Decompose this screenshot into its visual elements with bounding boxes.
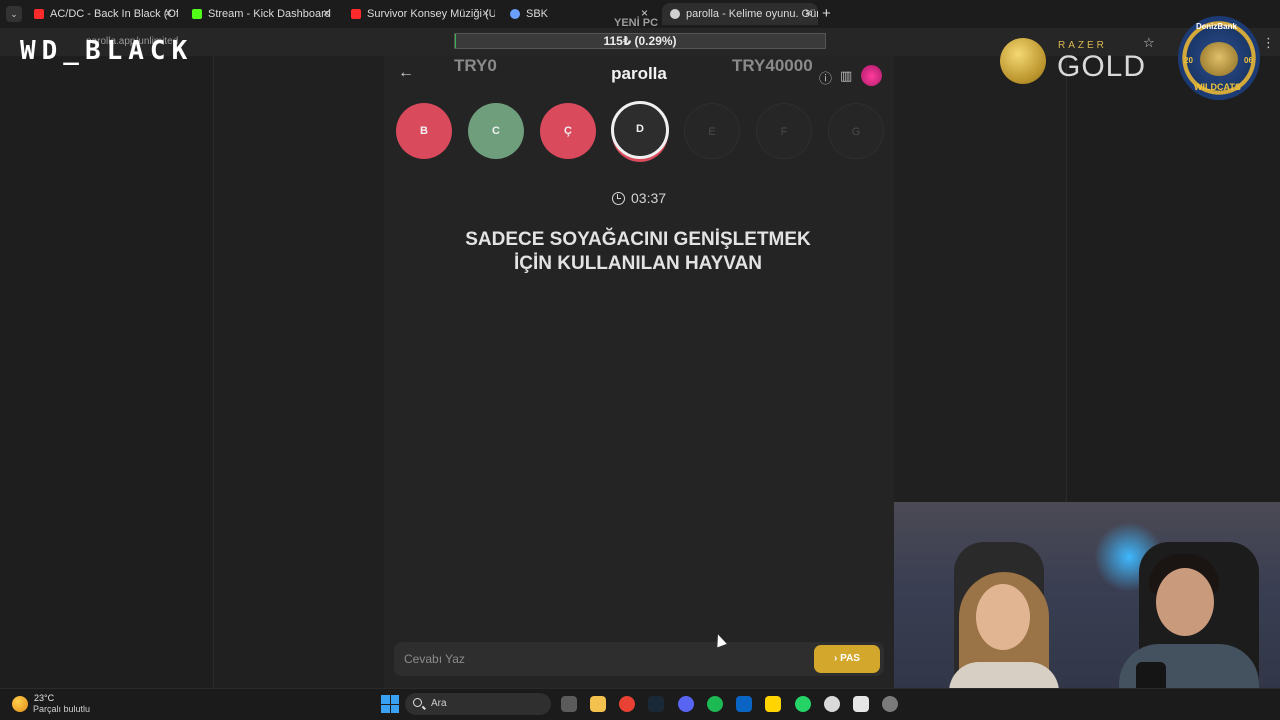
right-empty-panel <box>1066 56 1280 502</box>
question-line-2: İÇİN KULLANILAN HAYVAN <box>513 253 763 274</box>
timer: 03:37 <box>612 190 666 206</box>
gold-text: GOLD <box>1057 50 1147 83</box>
steam-icon[interactable] <box>648 696 664 712</box>
taskbar-search[interactable]: Ara <box>405 693 551 715</box>
tab-title: Stream - Kick Dashboard <box>208 8 331 20</box>
chatgpt-icon[interactable] <box>824 696 840 712</box>
tab-survivor[interactable]: Survivor Konsey Müziği (Uzun V... × <box>343 3 495 25</box>
weather-condition: Parçalı bulutlu <box>33 704 91 714</box>
new-tab-button[interactable]: + <box>822 5 831 22</box>
pass-label: PAS <box>840 653 860 664</box>
spotify-icon[interactable] <box>707 696 723 712</box>
bar-chart-icon[interactable]: ▥ <box>840 68 852 84</box>
windows-start-icon[interactable] <box>381 695 399 713</box>
search-label: Ara <box>431 698 447 709</box>
kick-icon <box>192 9 202 19</box>
parolla-favicon-icon <box>670 9 680 19</box>
bookmark-star-icon[interactable]: ☆ <box>1143 35 1155 51</box>
letter-d-current: D <box>611 101 669 159</box>
letter-e: E <box>684 103 740 159</box>
letter-b: B <box>396 103 452 159</box>
tab-search-button[interactable]: ⌄ <box>6 6 22 22</box>
tab-title: parolla - Kelime oyunu. Günlük ... <box>686 8 818 20</box>
tab-kick-dashboard[interactable]: Stream - Kick Dashboard × <box>184 3 336 25</box>
question-text: SADECE SOYAĞACINI GENİŞLETMEK İÇİN KULLA… <box>420 228 856 276</box>
info-icon[interactable]: ⓘ <box>819 68 832 87</box>
person-right-face <box>1156 568 1214 636</box>
person-left-face <box>976 584 1030 650</box>
badge-bank-text: DenizBank <box>1196 22 1237 31</box>
obs-icon[interactable] <box>882 696 898 712</box>
tab-title: AC/DC - Back In Black (Official ... <box>50 8 178 20</box>
browser-menu-icon[interactable]: ⋮ <box>1262 35 1275 51</box>
outlook-icon[interactable] <box>736 696 752 712</box>
tab-title: SBK <box>526 8 549 20</box>
tab-acdc[interactable]: AC/DC - Back In Black (Official ... × <box>26 3 178 25</box>
goal-caption: YENİ PC <box>614 17 659 29</box>
sticky-notes-icon[interactable] <box>765 696 781 712</box>
letter-c: C <box>468 103 524 159</box>
avatar[interactable] <box>861 65 882 86</box>
youtube-icon <box>351 9 361 19</box>
badge-team-text: WILDCATS <box>1194 82 1241 92</box>
letter-g: G <box>828 103 884 159</box>
answer-input[interactable] <box>404 648 804 670</box>
game-title: parolla <box>611 64 667 83</box>
close-tab-icon[interactable]: × <box>482 6 489 20</box>
badge-year-left: 20 <box>1184 56 1193 65</box>
capcut-icon[interactable] <box>853 696 869 712</box>
letter-c-cedilla: Ç <box>540 103 596 159</box>
clock-icon <box>612 192 625 205</box>
discord-icon[interactable] <box>678 696 694 712</box>
chrome-icon[interactable] <box>619 696 635 712</box>
search-icon <box>413 698 422 707</box>
badge-year-right: 06 <box>1244 56 1253 65</box>
wildcats-badge-logo: DenizBank 20 06 WILDCATS <box>1178 16 1260 100</box>
chevron-right-icon: › <box>834 653 838 664</box>
progress-label: 115₺ (0.29%) <box>603 34 677 48</box>
answer-box <box>394 642 884 676</box>
timer-value: 03:37 <box>631 190 667 206</box>
razer-coin-icon <box>1000 38 1046 84</box>
globe-icon <box>510 9 520 19</box>
task-view-icon[interactable] <box>561 696 577 712</box>
file-explorer-icon[interactable] <box>590 696 606 712</box>
stream-goal-right: TRY40000 <box>732 56 813 75</box>
close-tab-icon[interactable]: × <box>323 6 330 20</box>
youtube-icon <box>34 9 44 19</box>
stream-goal-left: TRY0 <box>454 56 497 75</box>
weather-temperature: 23°C <box>34 693 55 703</box>
back-arrow-icon[interactable]: ← <box>398 64 414 82</box>
razer-gold-logo: RAZER GOLD <box>1000 38 1145 88</box>
wd-black-logo: WD_BLACK <box>20 36 194 66</box>
tab-title: Survivor Konsey Müziği (Uzun V... <box>367 8 495 20</box>
jaguar-icon <box>1200 42 1238 76</box>
left-empty-panel <box>0 56 214 688</box>
tab-parolla[interactable]: parolla - Kelime oyunu. Günlük ... × <box>662 3 818 25</box>
taskbar <box>0 688 1280 720</box>
partly-cloudy-icon <box>12 696 28 712</box>
weather-widget[interactable]: 23°C Parçalı bulutlu <box>12 693 112 717</box>
close-tab-icon[interactable]: × <box>805 6 812 20</box>
pass-button[interactable]: › PAS <box>814 645 880 673</box>
donation-progress-bar: 115₺ (0.29%) <box>454 33 826 49</box>
close-tab-icon[interactable]: × <box>165 6 172 20</box>
letter-f: F <box>756 103 812 159</box>
whatsapp-icon[interactable] <box>795 696 811 712</box>
question-line-1: SADECE SOYAĞACINI GENİŞLETMEK <box>465 229 811 250</box>
